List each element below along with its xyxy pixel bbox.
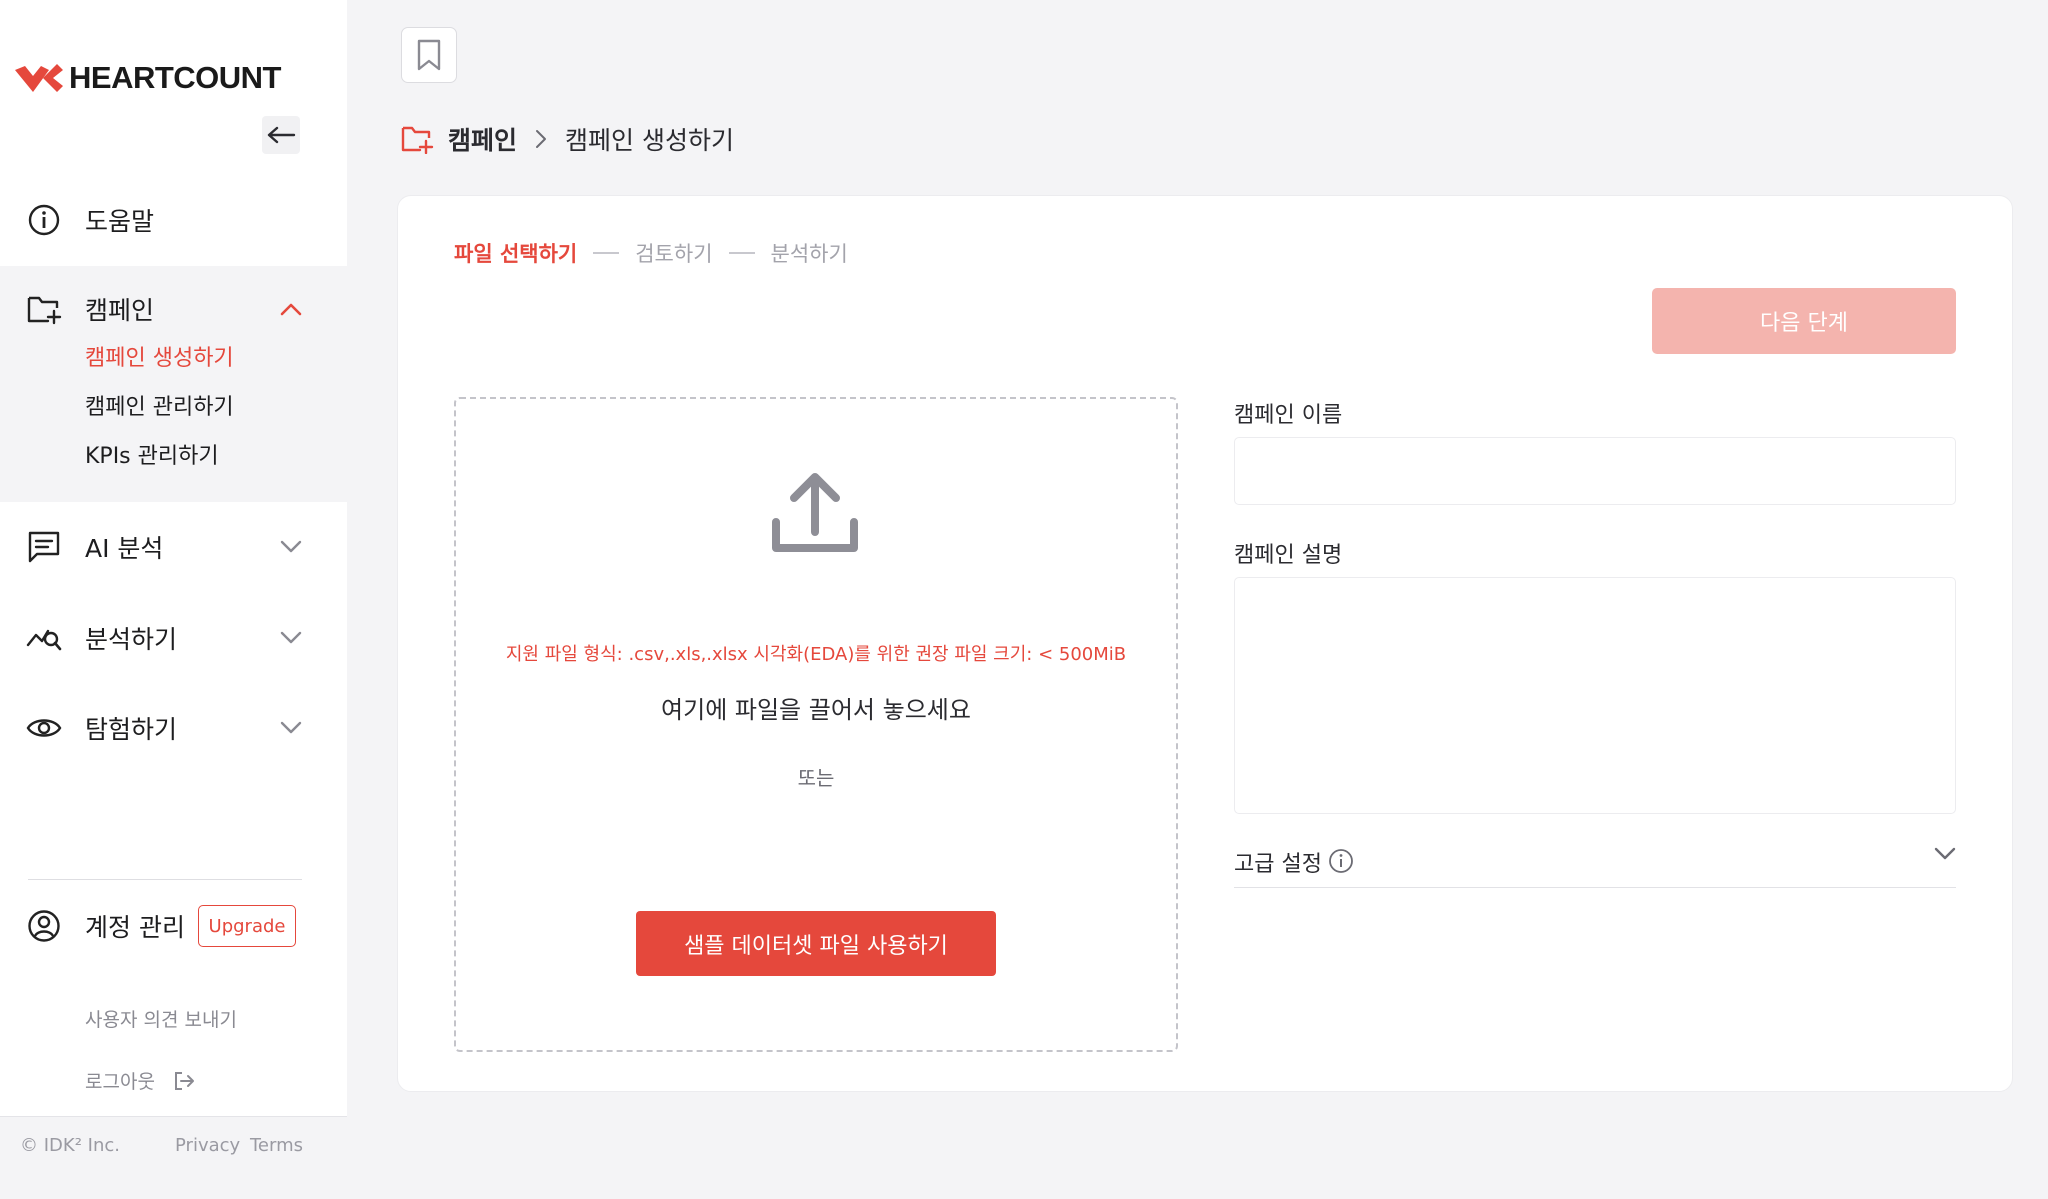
use-sample-dataset-button[interactable]: 샘플 데이터셋 파일 사용하기 (636, 911, 996, 976)
step-analyze[interactable]: 분석하기 (771, 238, 848, 268)
nav-analyze[interactable]: 분석하기 (0, 620, 347, 656)
breadcrumb: 캠페인 캠페인 생성하기 (400, 120, 734, 158)
copyright: © IDK² Inc. (20, 1135, 120, 1156)
bookmark-button[interactable] (401, 27, 457, 83)
chevron-up-icon (278, 296, 304, 322)
breadcrumb-root[interactable]: 캠페인 (448, 121, 517, 157)
logout-icon (174, 1071, 194, 1090)
privacy-link[interactable]: Privacy (175, 1135, 240, 1156)
feedback-link[interactable]: 사용자 의견 보내기 (85, 1005, 237, 1032)
chevron-down-icon (278, 715, 304, 741)
nav-campaign[interactable]: 캠페인 (0, 291, 347, 327)
chat-icon (26, 529, 62, 565)
nav-explore-label: 탐험하기 (85, 715, 178, 744)
logout-link[interactable]: 로그아웃 (85, 1067, 195, 1094)
nav-account[interactable]: 계정 관리 (0, 908, 190, 944)
nav-ai-analysis-label: AI 분석 (85, 534, 164, 563)
step-review[interactable]: 검토하기 (635, 238, 712, 268)
nav-ai-analysis[interactable]: AI 분석 (0, 529, 347, 565)
bookmark-icon (417, 39, 441, 71)
info-icon (26, 202, 62, 238)
nav-help[interactable]: 도움말 (0, 202, 347, 238)
logout-label: 로그아웃 (85, 1071, 155, 1093)
eye-icon (26, 710, 62, 746)
advanced-settings-label: 고급 설정 (1234, 852, 1322, 877)
campaign-name-input[interactable] (1234, 437, 1956, 505)
heartcount-logo[interactable]: HEARTCOUNT (13, 60, 282, 96)
heartcount-logo-icon (15, 64, 63, 92)
chevron-right-icon (535, 129, 547, 149)
folder-plus-icon (401, 126, 434, 154)
terms-link[interactable]: Terms (250, 1135, 303, 1156)
chevron-down-icon (278, 534, 304, 560)
campaign-description-label: 캠페인 설명 (1234, 543, 1343, 568)
step-divider (593, 252, 620, 254)
or-text: 또는 (797, 766, 835, 790)
nav-analyze-label: 분석하기 (85, 625, 178, 654)
sub-item-create-campaign[interactable]: 캠페인 생성하기 (85, 340, 234, 372)
nav-campaign-label: 캠페인 (85, 296, 155, 325)
folder-plus-icon (26, 291, 62, 327)
chevron-down-icon (1934, 847, 1956, 860)
sidebar: HEARTCOUNT 도움말 캠페인 캠페인 생성하기 캠페인 관리하기 KPI… (0, 0, 347, 1199)
nav-account-label: 계정 관리 (85, 913, 185, 942)
nav-help-label: 도움말 (85, 207, 155, 236)
brand-name: HEARTCOUNT (69, 60, 282, 95)
campaign-name-label: 캠페인 이름 (1234, 403, 1343, 428)
chevron-down-icon (278, 625, 304, 651)
campaign-description-input[interactable] (1234, 577, 1956, 814)
next-step-button[interactable]: 다음 단계 (1652, 288, 1956, 354)
sidebar-divider (28, 879, 302, 880)
step-divider (728, 252, 755, 254)
analytics-icon (26, 620, 62, 656)
nav-explore[interactable]: 탐험하기 (0, 710, 347, 746)
step-select-file[interactable]: 파일 선택하기 (454, 238, 577, 268)
dropzone-title: 여기에 파일을 끌어서 놓으세요 (661, 696, 971, 724)
sub-item-manage-kpis[interactable]: KPIs 관리하기 (85, 438, 219, 470)
info-icon[interactable] (1328, 848, 1354, 874)
collapse-sidebar-button[interactable] (262, 116, 300, 154)
user-circle-icon (26, 908, 62, 944)
breadcrumb-current: 캠페인 생성하기 (565, 126, 734, 155)
sidebar-footer (0, 1116, 347, 1199)
upload-icon (772, 473, 858, 552)
supported-formats-text: 지원 파일 형식: .csv,.xls,.xlsx 시각화(EDA)를 위한 권… (505, 644, 1127, 665)
sub-item-manage-campaign[interactable]: 캠페인 관리하기 (85, 389, 234, 421)
advanced-settings-toggle[interactable]: 고급 설정 (1234, 846, 1956, 888)
upgrade-button[interactable]: Upgrade (198, 905, 296, 947)
stepper: 파일 선택하기 검토하기 분석하기 (454, 238, 848, 268)
arrow-left-icon (267, 126, 296, 144)
